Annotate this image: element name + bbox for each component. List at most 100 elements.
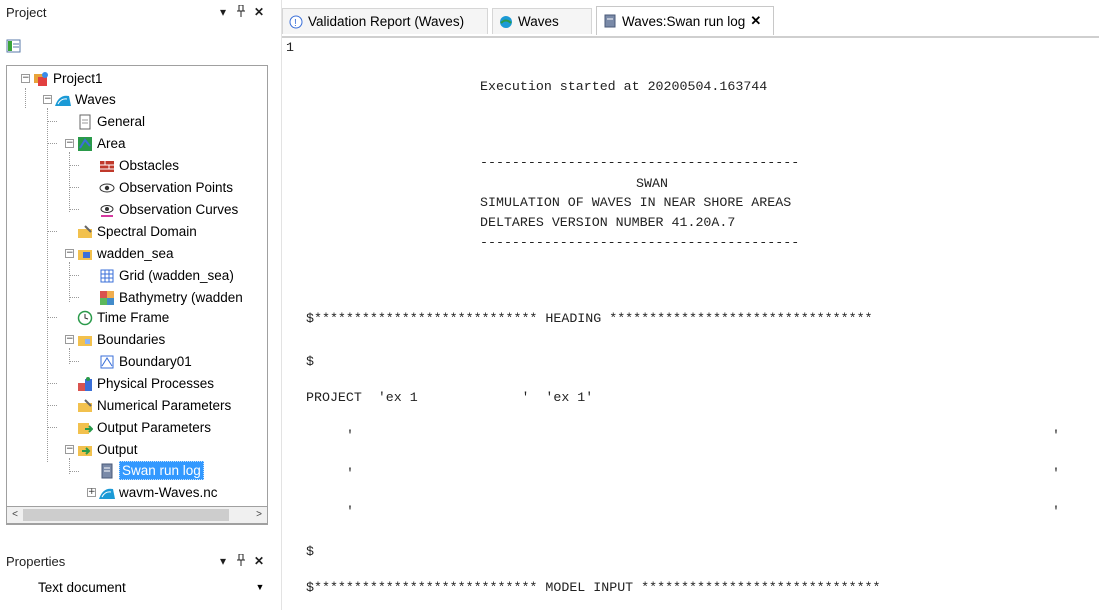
scrollbar-thumb[interactable] (23, 509, 229, 521)
tab-swan-run-log[interactable]: Waves:Swan run log ✕ (596, 6, 774, 35)
properties-selected-value: Text document (38, 579, 126, 595)
tree-label: Observation Curves (119, 202, 239, 217)
tree-item-bathymetry[interactable]: Bathymetry (wadden (99, 287, 243, 308)
bathymetry-icon (99, 290, 115, 306)
log-line: $**************************** MODEL INPU… (306, 580, 881, 595)
log-line: ' (346, 428, 354, 443)
tab-label: Waves:Swan run log (622, 13, 746, 29)
tree-label: Output (97, 442, 138, 457)
tree-label: General (97, 114, 146, 129)
collapse-project1[interactable]: − (21, 74, 30, 83)
tree-item-time-frame[interactable]: Time Frame (77, 307, 169, 328)
log-line: ---------------------------------------- (480, 235, 800, 250)
info-icon: ! (289, 15, 303, 29)
tree-item-project1[interactable]: Project1 (33, 68, 103, 89)
log-line: $ (306, 354, 314, 369)
output-folder-icon (77, 442, 93, 458)
svg-text:!: ! (294, 18, 297, 29)
tree-item-grid[interactable]: Grid (wadden_sea) (99, 265, 234, 286)
eye-icon (99, 180, 115, 196)
tree-label: Numerical Parameters (97, 398, 232, 413)
properties-object-selector[interactable]: Text document ▼ (6, 576, 268, 598)
tree-item-output[interactable]: Output (77, 439, 138, 460)
tree-label: Output Parameters (97, 420, 212, 435)
tree-item-waves[interactable]: Waves (55, 89, 116, 110)
close-tab-icon[interactable]: ✕ (750, 13, 761, 29)
tree-item-area[interactable]: Area (77, 133, 126, 154)
pin-icon[interactable] (232, 4, 250, 20)
tree-label: Time Frame (97, 310, 170, 325)
clock-icon (77, 310, 93, 326)
tree-item-spectral-domain[interactable]: Spectral Domain (77, 221, 197, 242)
grid-icon (99, 268, 115, 284)
log-line: DELTARES VERSION NUMBER 41.20A.7 (480, 215, 736, 230)
tab-label: Validation Report (Waves) (308, 14, 465, 29)
processes-icon (77, 376, 93, 392)
project-toolbar-button[interactable] (6, 38, 24, 54)
properties-panel-title: Properties (6, 553, 66, 569)
settings-folder-icon (77, 398, 93, 414)
log-line: ---------------------------------------- (480, 155, 800, 170)
expand-wavm[interactable]: + (87, 488, 96, 497)
tree-item-numerical-parameters[interactable]: Numerical Parameters (77, 395, 231, 416)
tree-label: Spectral Domain (97, 224, 197, 239)
collapse-wadden-sea[interactable]: − (65, 249, 74, 258)
tree-label-selected: Swan run log (119, 461, 204, 480)
scroll-left-icon[interactable]: < (7, 507, 23, 523)
document-icon (77, 114, 93, 130)
tree-label: wadden_sea (97, 246, 174, 261)
tree-label: Boundary01 (119, 354, 192, 369)
tab-validation-report[interactable]: ! Validation Report (Waves) (282, 8, 488, 34)
log-line: ' (1052, 428, 1060, 443)
log-line: ' (346, 466, 354, 481)
tree-item-observation-points[interactable]: Observation Points (99, 177, 233, 198)
pin-icon[interactable] (232, 553, 250, 569)
tree-label: Waves (75, 92, 116, 107)
close-icon[interactable]: ✕ (250, 554, 268, 568)
tree-item-observation-curves[interactable]: Observation Curves (99, 199, 238, 220)
project-tree[interactable]: − − − − − − + Project1 Waves General Are… (6, 65, 268, 525)
tree-item-output-parameters[interactable]: Output Parameters (77, 417, 211, 438)
tree-item-swan-run-log[interactable]: Swan run log (99, 460, 204, 481)
settings-folder-icon (77, 224, 93, 240)
collapse-waves[interactable]: − (43, 95, 52, 104)
log-file-icon (603, 14, 617, 28)
eye-curve-icon (99, 202, 115, 218)
tree-label: Project1 (53, 71, 103, 86)
tree-label: Grid (wadden_sea) (119, 268, 234, 283)
brick-wall-icon (99, 158, 115, 174)
log-line: Execution started at 20200504.163744 (480, 79, 768, 94)
tree-item-obstacles[interactable]: Obstacles (99, 155, 179, 176)
log-text-view[interactable]: 1 Execution started at 20200504.163744 -… (284, 38, 1099, 610)
tree-item-boundary01[interactable]: Boundary01 (99, 351, 192, 372)
horizontal-scrollbar[interactable]: < > (6, 506, 268, 524)
tree-item-wavm[interactable]: wavm-Waves.nc (99, 482, 218, 503)
log-line: ' (1052, 466, 1060, 481)
panel-menu-icon[interactable]: ▾ (214, 554, 232, 568)
tree-view-icon (6, 39, 21, 53)
tree-item-physical-processes[interactable]: Physical Processes (77, 373, 214, 394)
panel-menu-icon[interactable]: ▾ (214, 5, 232, 19)
project-icon (33, 71, 49, 87)
scroll-right-icon[interactable]: > (251, 507, 267, 523)
project-panel-header: Project ▾ ✕ (0, 0, 274, 24)
tree-item-wadden-sea[interactable]: wadden_sea (77, 243, 174, 264)
collapse-output[interactable]: − (65, 445, 74, 454)
tree-label: Area (97, 136, 126, 151)
chevron-down-icon[interactable]: ▼ (252, 582, 268, 592)
tree-item-boundaries[interactable]: Boundaries (77, 329, 165, 350)
collapse-area[interactable]: − (65, 139, 74, 148)
log-line-number: 1 (286, 40, 294, 55)
collapse-boundaries[interactable]: − (65, 335, 74, 344)
tab-waves[interactable]: Waves (492, 8, 592, 34)
close-icon[interactable]: ✕ (250, 5, 268, 19)
tree-label: Boundaries (97, 332, 166, 347)
area-map-icon (77, 136, 93, 152)
log-line: $**************************** HEADING **… (306, 311, 873, 326)
boundary-icon (99, 354, 115, 370)
log-line: $ (306, 544, 314, 559)
log-line: ' (346, 504, 354, 519)
tab-label: Waves (518, 14, 559, 29)
panel-splitter[interactable] (274, 0, 282, 610)
tree-item-general[interactable]: General (77, 111, 145, 132)
